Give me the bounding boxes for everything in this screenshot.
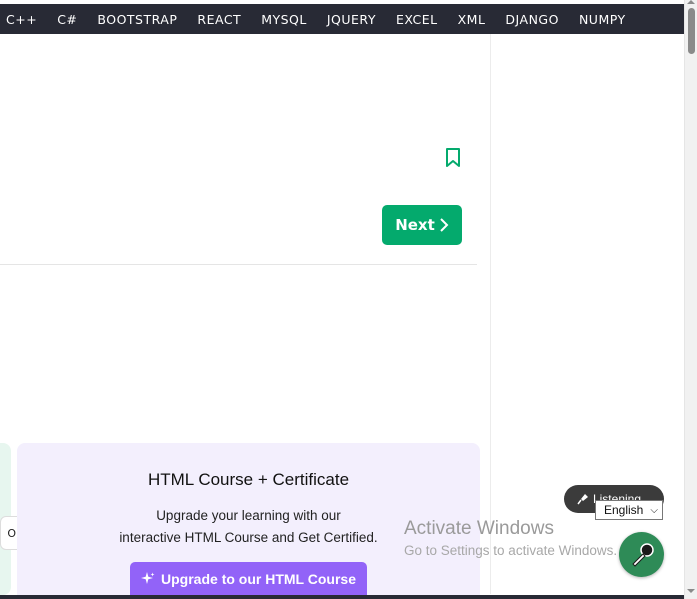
nav-item-numpy[interactable]: NUMPY <box>579 12 640 27</box>
bookmark-icon[interactable] <box>445 148 461 168</box>
activate-windows-subtitle: Go to Settings to activate Windows. <box>404 543 618 558</box>
chevron-down-icon: ⌵ <box>650 505 658 516</box>
chevron-right-icon <box>440 218 449 232</box>
nav-item-xml[interactable]: XML <box>458 12 500 27</box>
language-select[interactable]: English ⌵ <box>595 500 663 520</box>
bottom-bar <box>0 595 684 599</box>
nav-item-mysql[interactable]: MYSQL <box>261 12 321 27</box>
nav-item-bootstrap[interactable]: BOOTSTRAP <box>97 12 191 27</box>
upgrade-course-button[interactable]: Upgrade to our HTML Course <box>130 562 367 595</box>
nav-item-csharp[interactable]: C# <box>57 12 91 27</box>
scrollbar-thumb[interactable] <box>688 8 695 54</box>
scroll-down-arrow-icon[interactable] <box>687 589 695 593</box>
activate-windows-title: Activate Windows <box>404 518 554 539</box>
right-column-divider <box>490 34 491 594</box>
nav-item-excel[interactable]: EXCEL <box>396 12 452 27</box>
nav-item-react[interactable]: REACT <box>197 12 255 27</box>
voice-input-button[interactable] <box>619 532 664 577</box>
nav-item-cpp[interactable]: C++ <box>6 12 51 27</box>
microphone-icon <box>631 542 654 567</box>
top-navigation-bar: C++ C# BOOTSTRAP REACT MYSQL JQUERY EXCE… <box>0 4 684 34</box>
page-scrollbar[interactable] <box>684 0 697 599</box>
upgrade-course-button-label: Upgrade to our HTML Course <box>161 570 356 587</box>
language-select-value: English <box>604 503 644 517</box>
next-button-label: Next <box>395 216 435 234</box>
section-divider <box>0 264 477 265</box>
next-button[interactable]: Next <box>382 205 462 245</box>
small-microphone-icon <box>577 494 588 505</box>
sparkle-icon <box>141 571 155 584</box>
scroll-up-arrow-icon[interactable] <box>687 0 695 4</box>
nav-item-jquery[interactable]: JQUERY <box>327 12 390 27</box>
course-title: HTML Course + Certificate <box>147 470 350 489</box>
nav-item-django[interactable]: DJANGO <box>505 12 573 27</box>
